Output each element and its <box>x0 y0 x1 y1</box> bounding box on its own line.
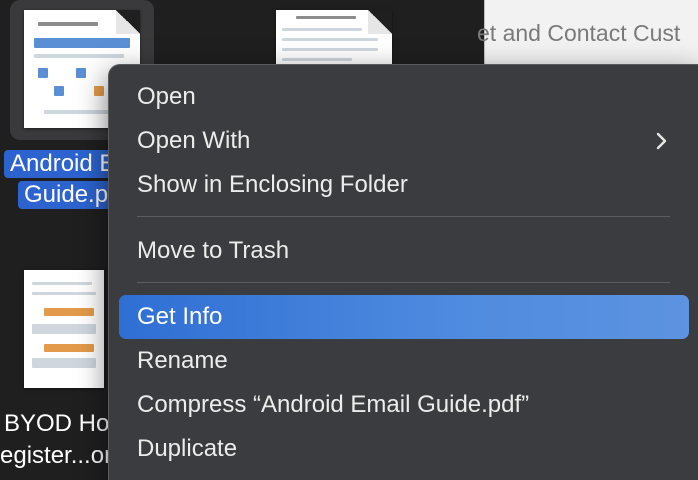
context-menu: Open Open With Show in Enclosing Folder … <box>108 64 698 480</box>
menu-item-show-in-enclosing-folder[interactable]: Show in Enclosing Folder <box>119 163 689 207</box>
chevron-right-icon <box>656 132 667 150</box>
pdf-document-icon[interactable] <box>24 270 104 388</box>
menu-item-label: Rename <box>137 347 228 374</box>
menu-item-get-info[interactable]: Get Info <box>119 295 689 339</box>
file-name-label-line2[interactable]: Guide.p <box>18 181 115 209</box>
menu-separator <box>137 216 670 217</box>
menu-item-label: Show in Enclosing Folder <box>137 171 408 198</box>
background-window-text: et and Contact Cust <box>477 20 681 46</box>
file-name-label-line1[interactable]: BYOD Ho <box>4 410 109 438</box>
menu-item-open-with[interactable]: Open With <box>119 119 689 163</box>
menu-item-move-to-trash[interactable]: Move to Trash <box>119 229 689 273</box>
menu-item-label: Move to Trash <box>137 237 290 264</box>
menu-item-label: Open <box>137 83 196 110</box>
finder-window: et and Contact Cust Android E Guide.p BY… <box>0 0 698 480</box>
menu-item-label: Open With <box>137 127 251 154</box>
file-name-label-line2[interactable]: egister...on <box>0 442 117 470</box>
menu-item-label: Compress “Android Email Guide.pdf” <box>137 391 530 418</box>
menu-item-rename[interactable]: Rename <box>119 339 689 383</box>
menu-item-label: Get Info <box>137 303 223 330</box>
menu-separator <box>137 282 670 283</box>
menu-item-label: Duplicate <box>137 435 238 462</box>
menu-item-compress[interactable]: Compress “Android Email Guide.pdf” <box>119 383 689 427</box>
file-name-label-line1[interactable]: Android E <box>4 150 122 178</box>
background-document-window: et and Contact Cust <box>477 0 698 64</box>
menu-item-open[interactable]: Open <box>119 75 689 119</box>
menu-item-duplicate[interactable]: Duplicate <box>119 427 689 471</box>
pdf-document-icon[interactable] <box>276 10 392 68</box>
